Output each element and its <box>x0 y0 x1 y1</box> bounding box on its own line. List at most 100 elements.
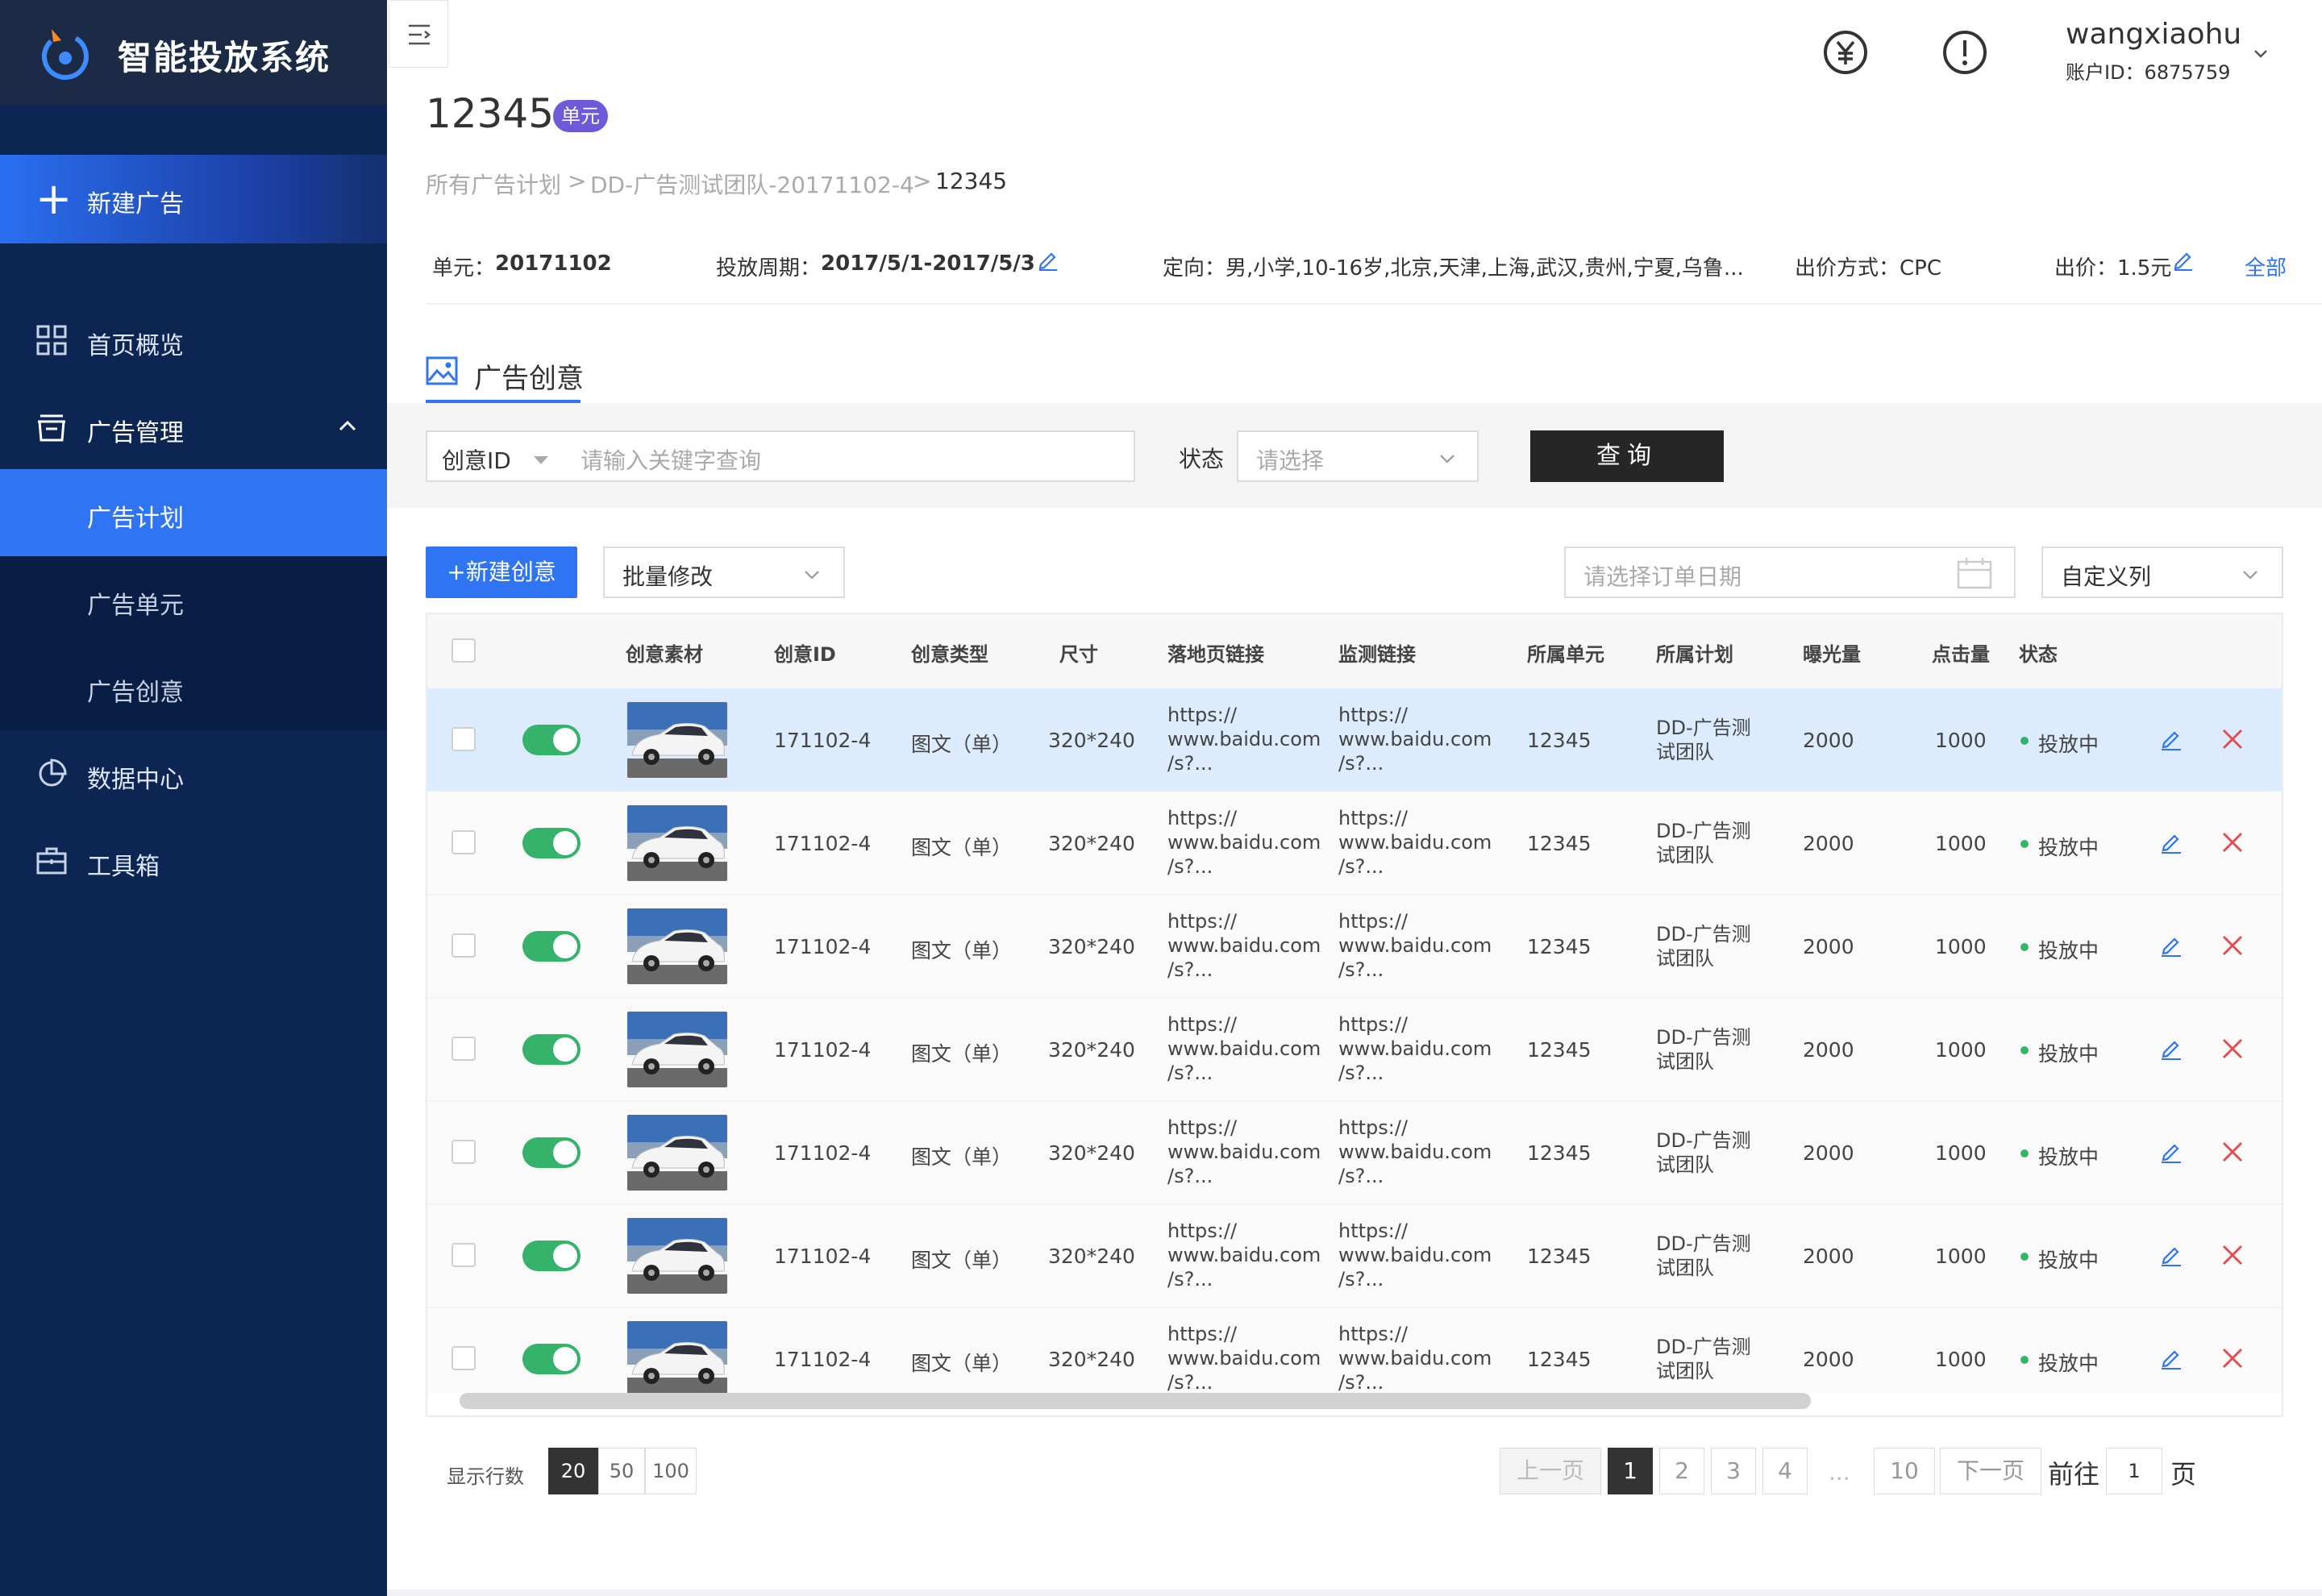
creative-thumbnail[interactable] <box>627 1321 727 1393</box>
delete-icon[interactable] <box>2220 933 2245 958</box>
enable-toggle[interactable] <box>522 1034 580 1065</box>
enable-toggle[interactable] <box>522 1344 580 1374</box>
chevron-down-icon[interactable] <box>2251 44 2270 63</box>
breadcrumb-plan[interactable]: DD-广告测试团队-20171102-4 <box>590 168 914 200</box>
yuan-icon[interactable] <box>1822 29 1869 76</box>
caret-down-icon[interactable] <box>534 456 548 464</box>
status-select[interactable]: 请选择 <box>1237 430 1479 482</box>
delete-icon[interactable] <box>2220 830 2245 854</box>
show-all-link[interactable]: 全部 <box>2245 251 2287 281</box>
alert-icon[interactable] <box>1941 29 1988 76</box>
landing-page-link[interactable]: https:// www.baidu.com /s?... <box>1167 1012 1329 1085</box>
table-row[interactable]: 171102-4 图文（单） 320*240 https:// www.baid… <box>427 1101 2282 1204</box>
page-1-button[interactable]: 1 <box>1608 1448 1653 1494</box>
edit-icon[interactable] <box>2159 1243 2183 1267</box>
select-all-checkbox[interactable] <box>452 638 476 663</box>
sidebar-item-ad-management[interactable]: 广告管理 <box>0 384 387 471</box>
landing-page-link[interactable]: https:// www.baidu.com /s?... <box>1167 909 1329 982</box>
breadcrumb-all-plans[interactable]: 所有广告计划 <box>426 168 561 200</box>
user-name[interactable]: wangxiaohu <box>2066 18 2241 51</box>
landing-page-link[interactable]: https:// www.baidu.com /s?... <box>1167 1116 1329 1188</box>
edit-icon[interactable] <box>2159 727 2183 751</box>
row-checkbox[interactable] <box>452 1140 476 1164</box>
monitor-link[interactable]: https:// www.baidu.com /s?... <box>1338 1219 1500 1291</box>
edit-icon[interactable] <box>2159 1346 2183 1370</box>
sidebar-subitem-plans[interactable]: 广告计划 <box>0 469 387 556</box>
edit-icon[interactable] <box>2159 1140 2183 1164</box>
sidebar-subitem-creatives[interactable]: 广告创意 <box>0 643 387 730</box>
query-button[interactable]: 查询 <box>1530 430 1724 482</box>
creative-thumbnail[interactable] <box>627 1115 727 1191</box>
creative-thumbnail[interactable] <box>627 702 727 778</box>
custom-columns-select[interactable]: 自定义列 <box>2041 547 2283 598</box>
enable-toggle[interactable] <box>522 828 580 858</box>
creative-thumbnail[interactable] <box>627 908 727 984</box>
search-input[interactable]: 请输入关键字查询 <box>580 443 761 476</box>
row-checkbox[interactable] <box>452 727 476 751</box>
edit-period-icon[interactable] <box>1037 248 1059 271</box>
chevron-up-icon[interactable] <box>337 416 358 437</box>
monitor-link[interactable]: https:// www.baidu.com /s?... <box>1338 1116 1500 1188</box>
enable-toggle[interactable] <box>522 725 580 755</box>
page-10-button[interactable]: 10 <box>1874 1448 1935 1494</box>
sidebar-item-data-center[interactable]: 数据中心 <box>0 730 387 817</box>
page-4-button[interactable]: 4 <box>1762 1448 1808 1494</box>
row-checkbox[interactable] <box>452 1037 476 1061</box>
landing-page-link[interactable]: https:// www.baidu.com /s?... <box>1167 1219 1329 1291</box>
collapse-sidebar-button[interactable] <box>389 0 448 68</box>
monitor-link[interactable]: https:// www.baidu.com /s?... <box>1338 806 1500 879</box>
page-size-50[interactable]: 50 <box>598 1448 645 1494</box>
next-page-button[interactable]: 下一页 <box>1940 1448 2041 1494</box>
enable-toggle[interactable] <box>522 931 580 962</box>
sidebar-item-overview[interactable]: 首页概览 <box>0 297 387 384</box>
delete-icon[interactable] <box>2220 1346 2245 1370</box>
creative-type: 图文（单） <box>911 733 1013 756</box>
batch-edit-select[interactable]: 批量修改 <box>603 547 845 598</box>
table-row[interactable]: 171102-4 图文（单） 320*240 https:// www.baid… <box>427 1307 2282 1393</box>
creative-thumbnail[interactable] <box>627 1012 727 1087</box>
search-field-select[interactable]: 创意ID <box>442 443 511 476</box>
delete-icon[interactable] <box>2220 1140 2245 1164</box>
sidebar-subitem-units[interactable]: 广告单元 <box>0 556 387 643</box>
landing-page-link[interactable]: https:// www.baidu.com /s?... <box>1167 806 1329 879</box>
table-row[interactable]: 171102-4 图文（单） 320*240 https:// www.baid… <box>427 998 2282 1101</box>
row-checkbox[interactable] <box>452 830 476 854</box>
horizontal-scrollbar[interactable] <box>460 1393 1811 1409</box>
row-checkbox[interactable] <box>452 933 476 958</box>
landing-page-link[interactable]: https:// www.baidu.com /s?... <box>1167 703 1329 775</box>
table-row[interactable]: 171102-4 图文（单） 320*240 https:// www.baid… <box>427 688 2282 792</box>
new-creative-button[interactable]: +新建创意 <box>426 547 577 598</box>
monitor-link[interactable]: https:// www.baidu.com /s?... <box>1338 1322 1500 1393</box>
creative-thumbnail[interactable] <box>627 805 727 881</box>
delete-icon[interactable] <box>2220 1243 2245 1267</box>
landing-page-link[interactable]: https:// www.baidu.com /s?... <box>1167 1322 1329 1393</box>
page-size-20[interactable]: 20 <box>548 1448 598 1494</box>
creative-thumbnail[interactable] <box>627 1218 727 1294</box>
goto-page-input[interactable]: 1 <box>2106 1448 2162 1494</box>
delete-icon[interactable] <box>2220 727 2245 751</box>
table-row[interactable]: 171102-4 图文（单） 320*240 https:// www.baid… <box>427 895 2282 998</box>
row-checkbox[interactable] <box>452 1243 476 1267</box>
order-date-picker[interactable]: 请选择订单日期 <box>1564 547 2016 598</box>
divider <box>426 303 2322 305</box>
row-checkbox[interactable] <box>452 1346 476 1370</box>
edit-icon[interactable] <box>2159 933 2183 958</box>
table-row[interactable]: 171102-4 图文（单） 320*240 https:// www.baid… <box>427 792 2282 895</box>
edit-icon[interactable] <box>2159 1037 2183 1061</box>
page-3-button[interactable]: 3 <box>1711 1448 1756 1494</box>
edit-bid-icon[interactable] <box>2172 248 2195 271</box>
prev-page-button[interactable]: 上一页 <box>1500 1448 1601 1494</box>
sidebar-item-toolbox[interactable]: 工具箱 <box>0 817 387 904</box>
delete-icon[interactable] <box>2220 1037 2245 1061</box>
monitor-link[interactable]: https:// www.baidu.com /s?... <box>1338 1012 1500 1085</box>
tab-creatives[interactable]: 广告创意 <box>426 353 584 405</box>
table-row[interactable]: 171102-4 图文（单） 320*240 https:// www.baid… <box>427 1204 2282 1307</box>
monitor-link[interactable]: https:// www.baidu.com /s?... <box>1338 703 1500 775</box>
new-ad-button[interactable]: + 新建广告 <box>0 155 387 243</box>
enable-toggle[interactable] <box>522 1241 580 1271</box>
page-2-button[interactable]: 2 <box>1659 1448 1704 1494</box>
page-size-100[interactable]: 100 <box>645 1448 697 1494</box>
edit-icon[interactable] <box>2159 830 2183 854</box>
enable-toggle[interactable] <box>522 1137 580 1168</box>
monitor-link[interactable]: https:// www.baidu.com /s?... <box>1338 909 1500 982</box>
